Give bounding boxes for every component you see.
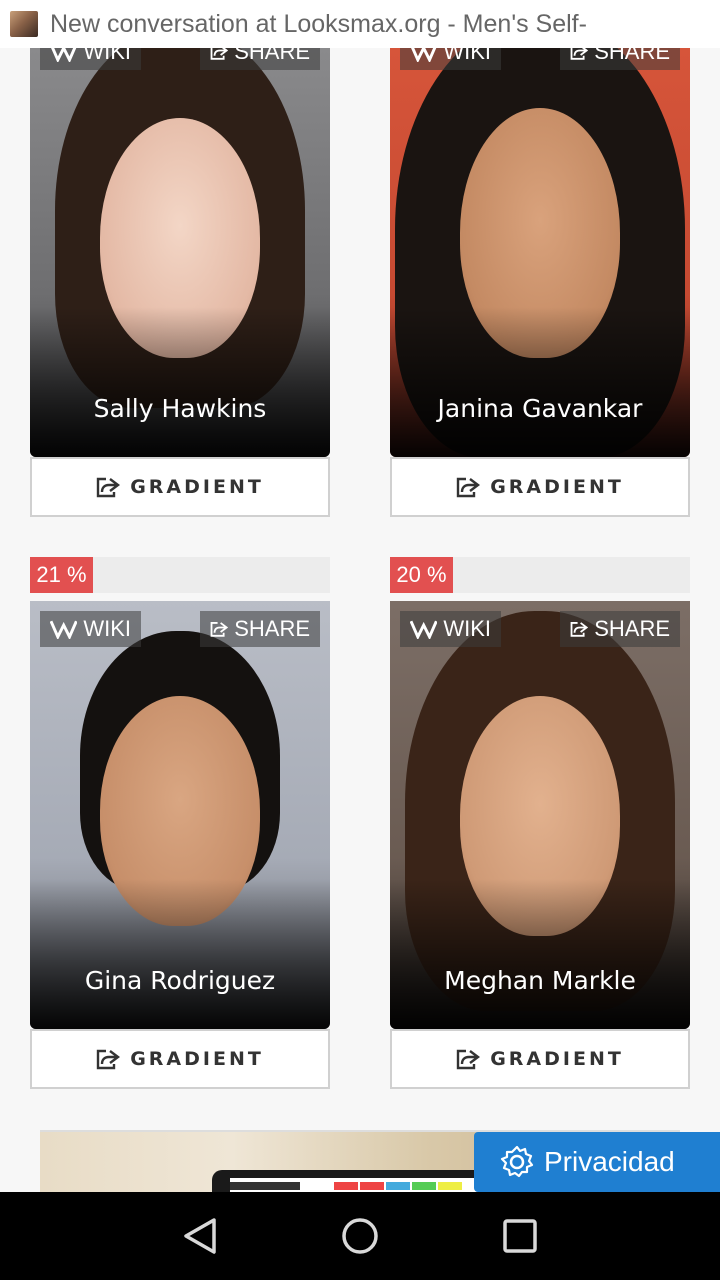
match-percent-bar: 20 % — [390, 557, 690, 593]
privacy-label: Privacidad — [544, 1146, 675, 1177]
wiki-label: WIKI — [83, 616, 131, 641]
match-percent-bar: 21 % — [30, 557, 330, 593]
wikipedia-icon — [410, 620, 438, 639]
wiki-button[interactable]: WIKI — [40, 48, 141, 70]
back-icon[interactable] — [180, 1216, 220, 1256]
gradient-label: GRADIENT — [490, 476, 624, 498]
share-button[interactable]: SHARE — [200, 611, 320, 647]
gradient-button[interactable]: GRADIENT — [30, 1029, 330, 1089]
wiki-button[interactable]: WIKI — [400, 48, 501, 70]
share-button[interactable]: SHARE — [200, 48, 320, 70]
photo-shade — [390, 879, 690, 1029]
gradient-button[interactable]: GRADIENT — [390, 457, 690, 517]
wiki-button[interactable]: WIKI — [40, 611, 141, 647]
browser-title-bar: New conversation at Looksmax.org - Men's… — [0, 0, 720, 48]
gradient-label: GRADIENT — [490, 1048, 624, 1070]
share-icon — [456, 1049, 481, 1070]
ad-device-screen — [230, 1178, 494, 1192]
ad-device-image — [212, 1170, 512, 1192]
share-label: SHARE — [594, 616, 670, 641]
site-favicon — [10, 11, 38, 37]
celebrity-name: Meghan Markle — [444, 966, 636, 995]
wiki-label: WIKI — [443, 48, 491, 64]
share-icon — [570, 622, 589, 637]
photo-shade — [30, 307, 330, 457]
celebrity-photo[interactable]: WIKI SHARE Gina Rodriguez — [30, 601, 330, 1029]
page-content[interactable]: WIKI SHARE Sally Hawkins GRADIENT WIKI S… — [0, 48, 720, 1192]
share-icon — [96, 1049, 121, 1070]
wiki-button[interactable]: WIKI — [400, 611, 501, 647]
system-nav-bar — [0, 1192, 720, 1280]
gradient-button[interactable]: GRADIENT — [390, 1029, 690, 1089]
gear-icon — [500, 1145, 534, 1178]
match-percent-badge: 20 % — [390, 557, 453, 593]
celebrity-name: Gina Rodriguez — [84, 966, 276, 995]
share-label: SHARE — [234, 616, 310, 641]
gradient-label: GRADIENT — [130, 476, 264, 498]
celebrity-photo[interactable]: WIKI SHARE Meghan Markle — [390, 601, 690, 1029]
wikipedia-icon — [51, 48, 77, 62]
wikipedia-icon — [50, 620, 78, 639]
share-button[interactable]: SHARE — [560, 611, 680, 647]
photo-shade — [30, 879, 330, 1029]
wiki-label: WIKI — [443, 616, 491, 641]
wiki-label: WIKI — [83, 48, 131, 64]
celebrity-name: Sally Hawkins — [93, 394, 267, 423]
share-icon — [456, 477, 481, 498]
share-label: SHARE — [594, 48, 670, 64]
share-icon — [96, 477, 121, 498]
gradient-button[interactable]: GRADIENT — [30, 457, 330, 517]
share-button[interactable]: SHARE — [560, 48, 680, 70]
match-percent-badge: 21 % — [30, 557, 93, 593]
celebrity-photo[interactable]: WIKI SHARE Sally Hawkins — [30, 48, 330, 457]
share-icon — [210, 48, 229, 60]
home-icon[interactable] — [340, 1216, 380, 1256]
celebrity-name: Janina Gavankar — [437, 394, 643, 423]
recents-icon[interactable] — [500, 1216, 540, 1256]
wikipedia-icon — [411, 48, 437, 62]
share-icon — [210, 622, 229, 637]
celebrity-photo[interactable]: WIKI SHARE Janina Gavankar — [390, 48, 690, 457]
gradient-label: GRADIENT — [130, 1048, 264, 1070]
share-icon — [570, 48, 589, 60]
share-label: SHARE — [234, 48, 310, 64]
privacy-button[interactable]: Privacidad — [474, 1132, 720, 1192]
photo-shade — [390, 307, 690, 457]
page-title: New conversation at Looksmax.org - Men's… — [50, 9, 587, 38]
